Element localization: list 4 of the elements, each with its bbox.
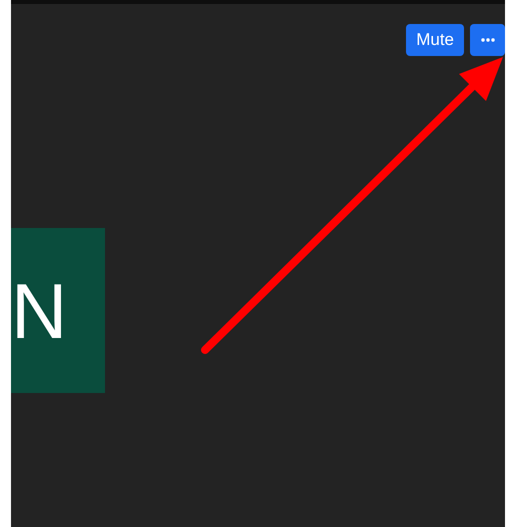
more-icon	[480, 38, 494, 42]
mute-button[interactable]: Mute	[406, 24, 464, 56]
more-button[interactable]	[470, 24, 505, 56]
avatar-initial: N	[11, 272, 68, 350]
